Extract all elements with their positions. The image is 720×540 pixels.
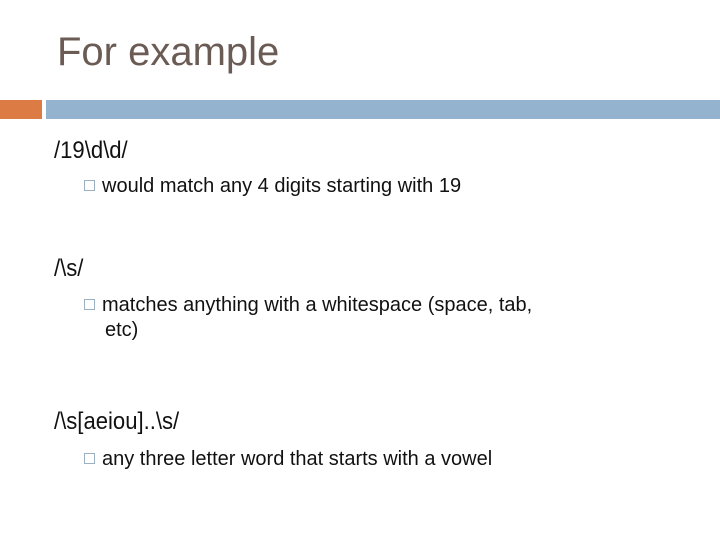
- hollow-square-bullet-icon: [84, 299, 95, 310]
- hollow-square-bullet-icon: [84, 453, 95, 464]
- list-item: any three letter word that starts with a…: [84, 447, 684, 472]
- pattern-description: would match any 4 digits starting with 1…: [102, 175, 462, 197]
- slide-content: /19\d\d/ would match any 4 digits starti…: [0, 0, 720, 540]
- pattern-description: any three letter word that starts with a…: [102, 448, 493, 470]
- regex-pattern: /\s[aeiou]..\s/: [54, 408, 180, 435]
- list-item: matches anything with a whitespace (spac…: [84, 293, 684, 343]
- regex-pattern: /\s/: [54, 255, 84, 282]
- pattern-description-continuation: etc): [105, 319, 139, 341]
- hollow-square-bullet-icon: [84, 180, 95, 191]
- pattern-description: matches anything with a whitespace (spac…: [102, 294, 533, 316]
- list-item: would match any 4 digits starting with 1…: [84, 174, 684, 199]
- regex-pattern: /19\d\d/: [54, 137, 128, 164]
